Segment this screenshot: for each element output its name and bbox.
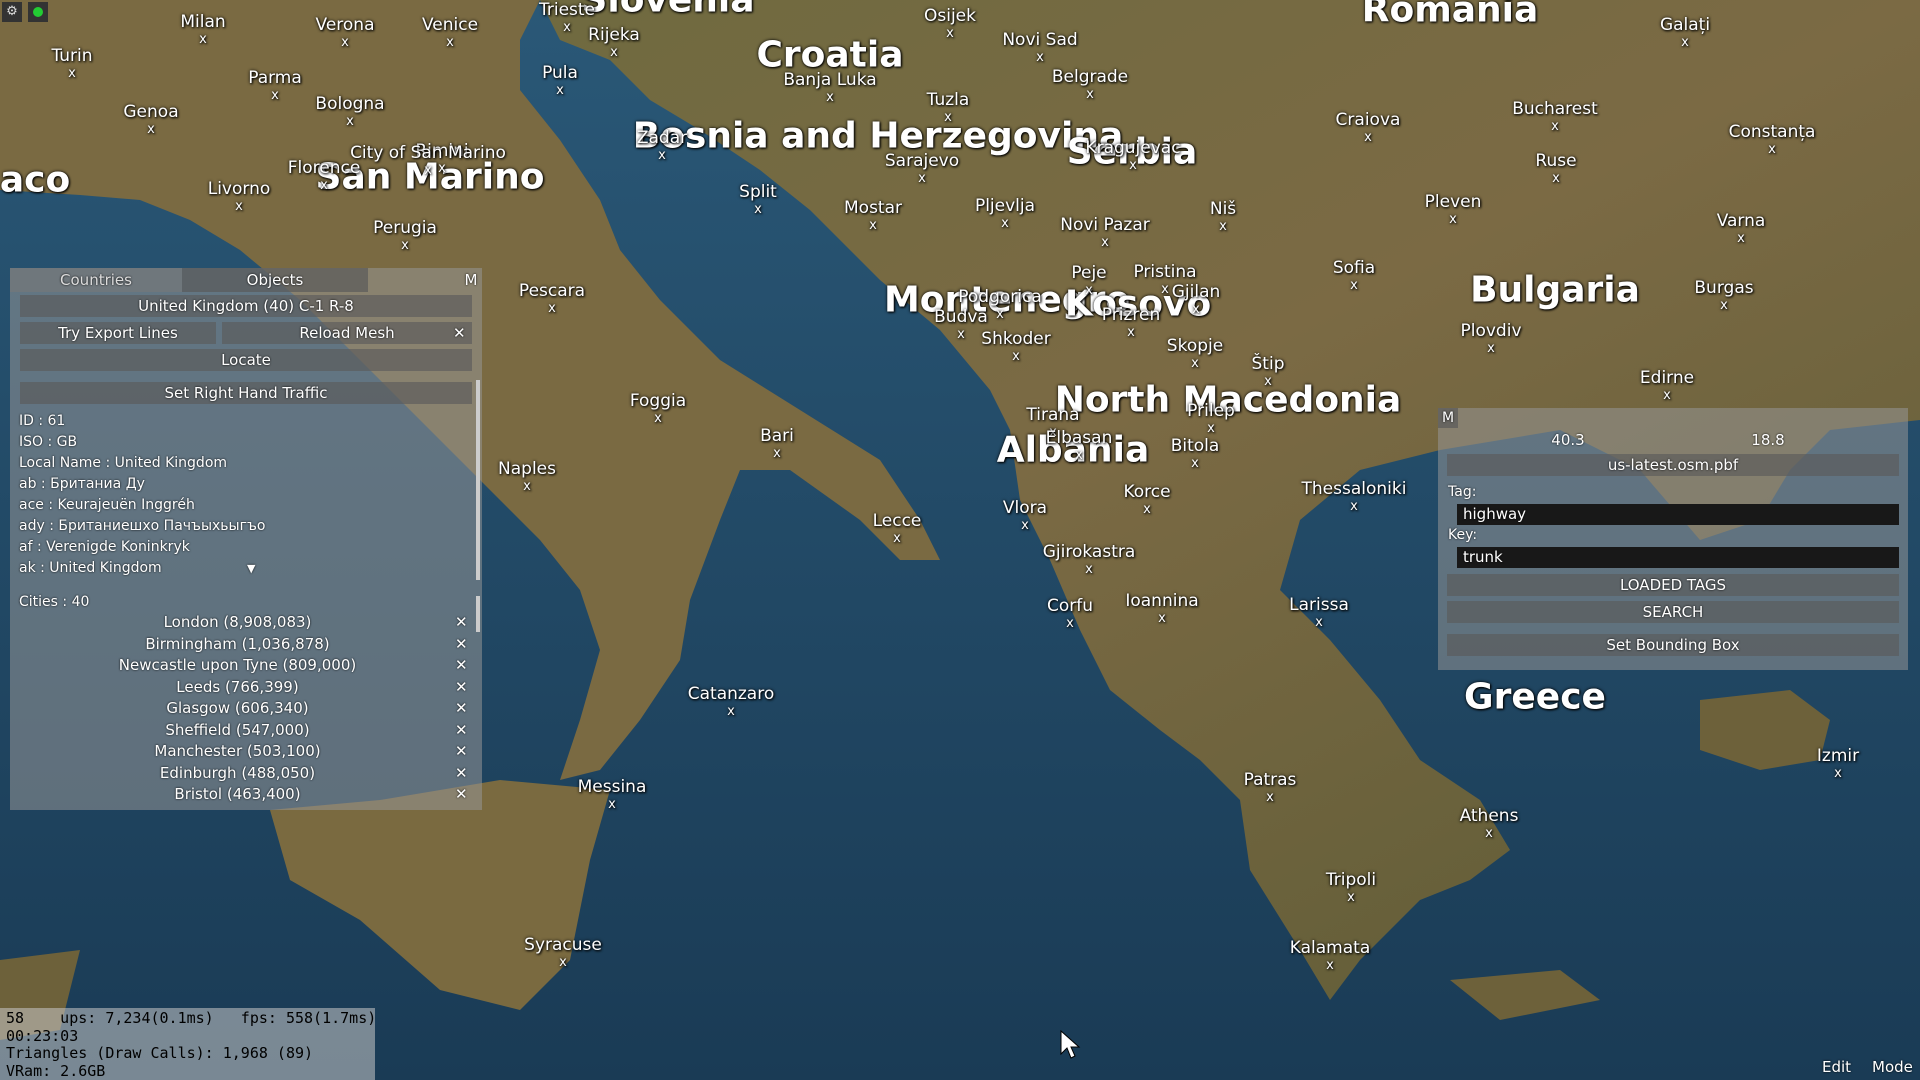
info-line: af : Verenigde Koninkryk (19, 539, 190, 555)
list-item[interactable]: Newcastle upon Tyne (809,000) (10, 655, 465, 676)
info-line: ab : Британиа Ду (19, 476, 145, 492)
tab-objects[interactable]: Objects (182, 268, 368, 292)
cities-list: London (8,908,083) ✕ Birmingham (1,036,8… (10, 612, 482, 810)
latitude-value: 40.3 (1551, 431, 1585, 449)
search-button[interactable]: SEARCH (1447, 601, 1899, 623)
mouse-cursor-icon (1060, 1030, 1081, 1059)
key-input[interactable]: trunk (1457, 547, 1899, 568)
info-line: ak : United Kingdom (19, 560, 162, 576)
country-title-button[interactable]: United Kingdom (40) C-1 R-8 (20, 295, 472, 317)
locate-button[interactable]: Locate (20, 349, 472, 371)
stats-line: Triangles (Draw Calls): 1,968 (89) (6, 1044, 314, 1062)
scrollbar-lower[interactable] (476, 596, 480, 632)
list-item[interactable]: Sheffield (547,000) (10, 720, 465, 741)
list-item[interactable]: London (8,908,083) (10, 612, 465, 633)
tag-label: Tag: (1448, 484, 1477, 500)
remove-city-icon[interactable]: ✕ (455, 721, 468, 739)
list-item[interactable]: Manchester (503,100) (10, 741, 465, 762)
countries-panel: Countries Objects M United Kingdom (40) … (10, 268, 482, 810)
info-line: ID : 61 (19, 413, 66, 429)
status-dot-icon[interactable] (28, 2, 48, 22)
cities-count: Cities : 40 (19, 594, 90, 610)
remove-city-icon[interactable]: ✕ (455, 635, 468, 653)
stats-line: 00:23:03 (6, 1026, 79, 1045)
performance-stats: 58 ups: 7,234(0.1ms) fps: 558(1.7ms) 00:2… (0, 1008, 377, 1080)
osm-query-panel: M 40.3 18.8 us-latest.osm.pbf Tag: highw… (1438, 408, 1908, 670)
info-line: Local Name : United Kingdom (19, 455, 228, 471)
scrollbar-upper[interactable] (476, 380, 480, 580)
stats-line: VRam: 2.6GB (6, 1061, 106, 1080)
status-dot (33, 7, 43, 17)
info-line: ady : Британиешхо Пачъыхьыгъо (19, 518, 266, 534)
bounding-box-button[interactable]: Set Bounding Box (1447, 634, 1899, 656)
remove-city-icon[interactable]: ✕ (455, 785, 468, 803)
longitude-value: 18.8 (1751, 431, 1785, 449)
list-item[interactable]: Bristol (463,400) (10, 784, 465, 805)
remove-city-icon[interactable]: ✕ (455, 699, 468, 717)
edit-button[interactable]: Edit (1822, 1058, 1851, 1076)
panel-menu-button[interactable]: M (1438, 408, 1458, 428)
remove-city-icon[interactable]: ✕ (455, 742, 468, 760)
list-item[interactable]: Glasgow (606,340) (10, 698, 465, 719)
remove-city-icon[interactable]: ✕ (455, 764, 468, 782)
reload-close-icon[interactable]: ✕ (453, 324, 466, 342)
key-label: Key: (1448, 527, 1478, 543)
right-hand-traffic-button[interactable]: Set Right Hand Traffic (20, 382, 472, 404)
mode-button[interactable]: Mode (1872, 1058, 1913, 1076)
osm-file-button[interactable]: us-latest.osm.pbf (1447, 454, 1899, 476)
panel-menu-button[interactable]: M (460, 268, 482, 292)
settings-icon[interactable]: ⚙ (2, 2, 22, 22)
info-line: ISO : GB (19, 434, 78, 450)
remove-city-icon[interactable]: ✕ (455, 678, 468, 696)
tag-input[interactable]: highway (1457, 504, 1899, 525)
dropdown-arrow-icon[interactable]: ▼ (247, 562, 255, 575)
remove-city-icon[interactable]: ✕ (455, 656, 468, 674)
export-lines-button[interactable]: Try Export Lines (20, 322, 216, 344)
tab-countries[interactable]: Countries (10, 268, 182, 292)
list-item[interactable]: Birmingham (1,036,878) (10, 634, 465, 655)
remove-city-icon[interactable]: ✕ (455, 613, 468, 631)
info-line: ace : Keurajeuën Inggréh (19, 497, 195, 513)
list-item[interactable]: Edinburgh (488,050) (10, 763, 465, 784)
loaded-tags-button[interactable]: LOADED TAGS (1447, 574, 1899, 596)
list-item[interactable]: Leeds (766,399) (10, 677, 465, 698)
stats-line: 58 ups: 7,234(0.1ms) fps: 558(1.7ms) (6, 1009, 377, 1027)
reload-mesh-button[interactable]: Reload Mesh (222, 322, 472, 344)
